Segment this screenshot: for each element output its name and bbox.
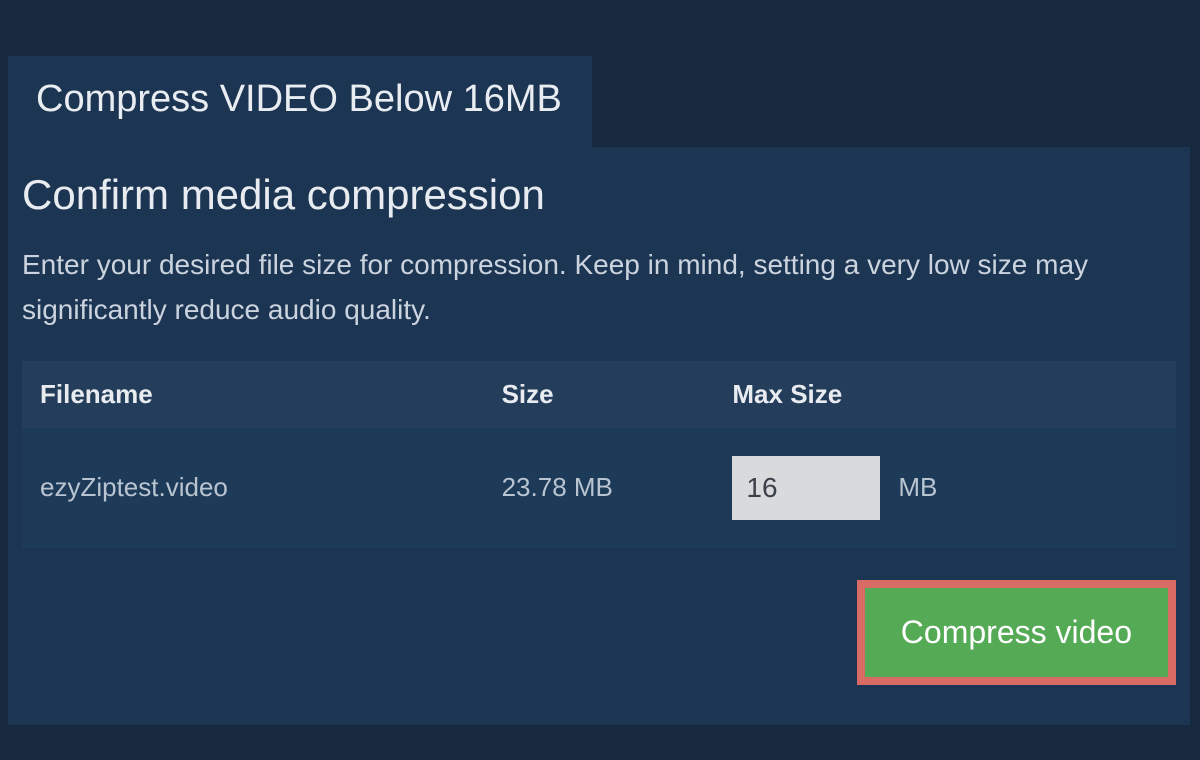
cell-filename: ezyZiptest.video [22,428,484,548]
cell-maxsize: MB [714,428,1176,548]
maxsize-input-wrap: MB [732,456,1158,520]
header-filename: Filename [22,361,484,428]
button-row: Compress video [22,580,1176,685]
content-panel: Confirm media compression Enter your des… [8,147,1190,725]
maxsize-input[interactable] [732,456,880,520]
tab-compress-video[interactable]: Compress VIDEO Below 16MB [8,56,592,147]
file-table: Filename Size Max Size ezyZiptest.video … [22,361,1176,548]
compress-button-highlight: Compress video [857,580,1176,685]
table-row: ezyZiptest.video 23.78 MB MB [22,428,1176,548]
compress-video-button[interactable]: Compress video [865,588,1168,677]
header-size: Size [484,361,715,428]
page-title: Confirm media compression [22,171,1176,219]
description-text: Enter your desired file size for compres… [22,243,1176,333]
header-maxsize: Max Size [714,361,1176,428]
cell-size: 23.78 MB [484,428,715,548]
page-container: Compress VIDEO Below 16MB Confirm media … [0,0,1200,725]
maxsize-unit: MB [898,472,937,503]
